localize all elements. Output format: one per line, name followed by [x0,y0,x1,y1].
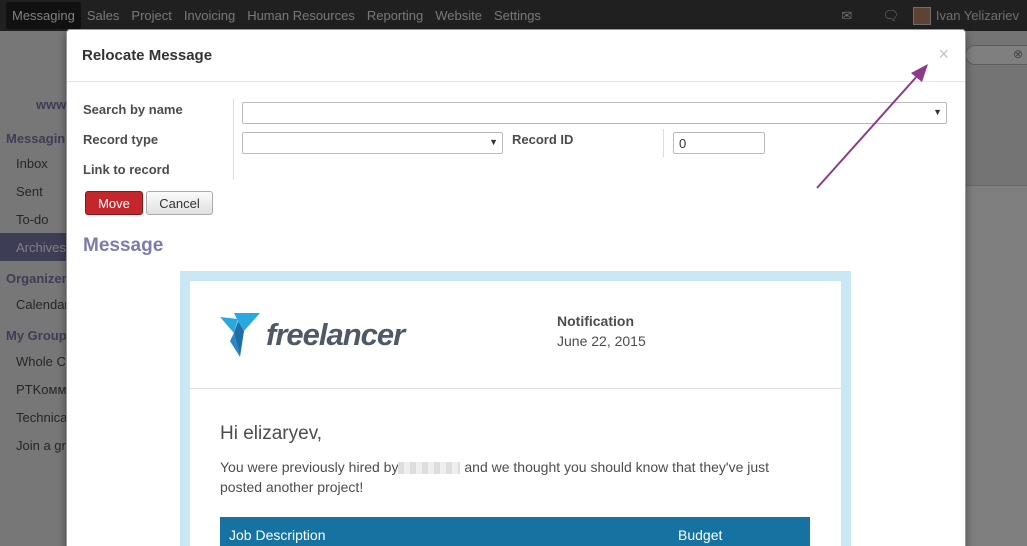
greeting: Hi elizaryev, [220,423,323,444]
modal-header: Relocate Message × [67,30,965,82]
record-type-label: Record type [83,132,159,147]
redacted-name [398,462,461,475]
job-table-header: Job Description Budget [220,517,810,546]
chevron-down-icon: ▼ [933,107,942,117]
move-button[interactable]: Move [85,191,143,215]
message-heading: Message [83,235,164,256]
message-part-1: You were previously hired by [220,459,399,475]
email-divider [190,388,841,389]
record-id-label: Record ID [512,132,574,147]
relocate-message-dialog: Relocate Message × Search by name Record… [66,29,966,546]
brand-name: freelancer [266,317,405,352]
record-type-select[interactable]: ▼ [242,132,503,154]
column-budget: Budget [678,527,723,543]
cancel-button[interactable]: Cancel [146,191,213,215]
search-by-name-label: Search by name [83,102,183,117]
bird-icon [220,313,260,357]
email-preview: freelancer Notification June 22, 2015 Hi… [180,271,851,546]
form-divider-2 [663,129,664,157]
relocate-form: Search by name Record type Link to recor… [83,97,953,182]
email-body: freelancer Notification June 22, 2015 Hi… [190,281,841,546]
form-divider [233,99,234,180]
column-job-description: Job Description [229,527,326,543]
search-by-name-select[interactable]: ▼ [242,102,947,124]
record-id-input[interactable] [673,132,765,154]
chevron-down-icon: ▼ [489,137,498,147]
notification-title: Notification [557,313,634,329]
close-icon[interactable]: × [938,44,949,65]
notification-date: June 22, 2015 [557,333,646,349]
link-to-record-label: Link to record [83,162,170,177]
freelancer-logo: freelancer [220,311,405,359]
email-message: You were previously hired by and we thou… [220,457,800,497]
modal-title: Relocate Message [82,47,213,64]
